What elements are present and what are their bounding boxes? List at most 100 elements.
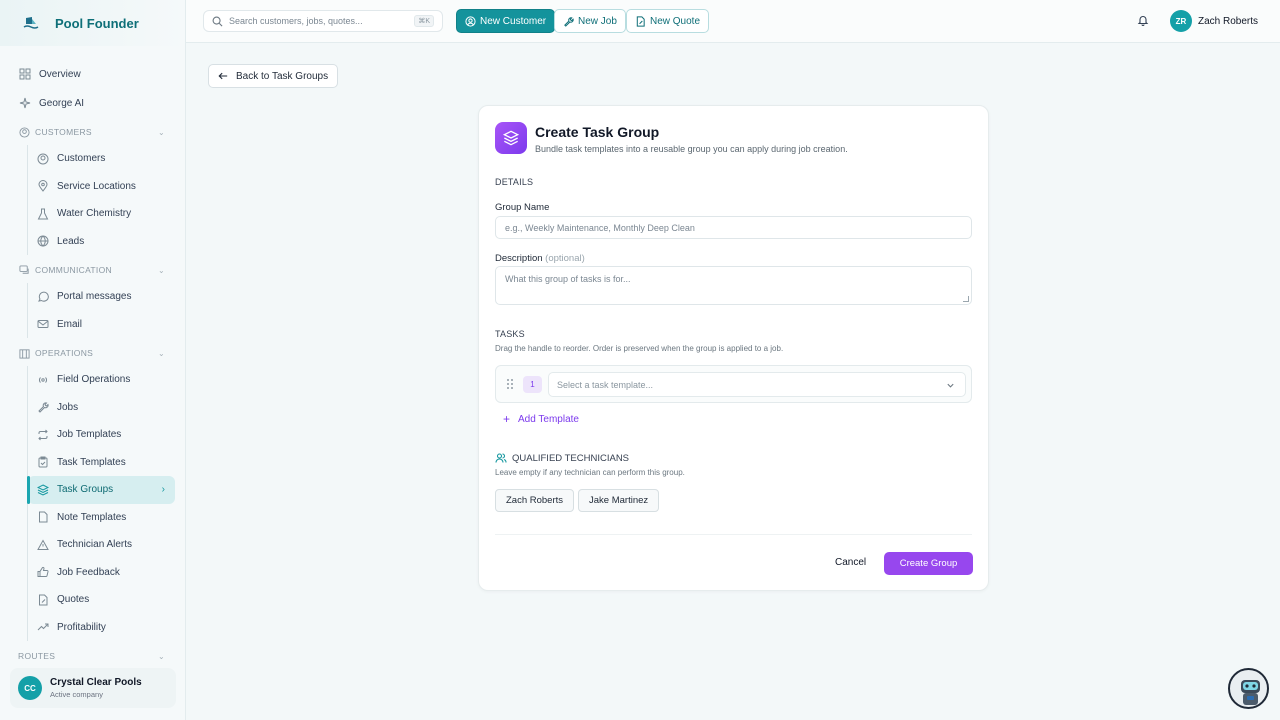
card-header: Create Task Group Bundle task templates … xyxy=(495,122,848,154)
sidebar-item-label: Portal messages xyxy=(57,291,132,303)
resize-handle[interactable] xyxy=(963,296,969,302)
chevron-down-icon: ⌄ xyxy=(158,651,166,661)
search-placeholder: Search customers, jobs, quotes... xyxy=(229,16,363,26)
section-operations[interactable]: OPERATIONS ⌄ xyxy=(0,340,185,366)
thumbs-up-icon xyxy=(36,566,49,579)
sidebar-item-george-ai[interactable]: George AI xyxy=(0,89,185,117)
sidebar-item-service-locations[interactable]: Service Locations xyxy=(28,173,185,201)
drag-handle-icon[interactable] xyxy=(506,378,514,390)
grid-icon xyxy=(18,68,31,81)
sidebar-item-label: Job Feedback xyxy=(57,566,120,578)
section-label: CUSTOMERS xyxy=(35,127,92,137)
search-icon xyxy=(212,16,223,27)
tasks-heading: TASKS xyxy=(495,329,525,339)
qualified-hint: Leave empty if any technician can perfor… xyxy=(495,468,685,477)
sidebar-item-portal-messages[interactable]: Portal messages xyxy=(28,283,185,311)
create-task-group-card: Create Task Group Bundle task templates … xyxy=(478,105,989,591)
new-job-button[interactable]: New Job xyxy=(554,9,626,33)
description-label-text: Description xyxy=(495,253,543,264)
technician-chip[interactable]: Jake Martinez xyxy=(578,489,660,512)
new-customer-button[interactable]: New Customer xyxy=(456,9,556,33)
group-name-input[interactable]: e.g., Weekly Maintenance, Monthly Deep C… xyxy=(495,216,972,239)
layers-icon xyxy=(36,483,49,496)
sidebar-item-overview[interactable]: Overview xyxy=(0,60,185,88)
plus-icon: + xyxy=(503,412,511,426)
button-label: New Quote xyxy=(650,15,701,27)
section-communication[interactable]: COMMUNICATION ⌄ xyxy=(0,257,185,283)
repeat-icon xyxy=(36,428,49,441)
sidebar-item-label: Leads xyxy=(57,235,85,247)
layers-icon xyxy=(495,122,527,154)
arrow-left-icon xyxy=(218,71,228,81)
company-switcher[interactable]: CC Crystal Clear Pools Active company xyxy=(10,668,176,708)
flask-icon xyxy=(36,207,49,220)
new-quote-button[interactable]: New Quote xyxy=(626,9,710,33)
brand[interactable]: Pool Founder xyxy=(0,0,185,46)
sidebar-item-quotes[interactable]: Quotes xyxy=(28,586,185,614)
robot-icon xyxy=(1241,680,1260,705)
button-label: New Job xyxy=(578,15,617,27)
sidebar-item-leads[interactable]: Leads xyxy=(28,228,185,256)
page-title: Create Task Group xyxy=(535,124,660,140)
sidebar-item-job-feedback[interactable]: Job Feedback xyxy=(28,559,185,587)
bell-icon[interactable] xyxy=(1137,14,1149,26)
assistant-bot-button[interactable] xyxy=(1228,668,1269,709)
sidebar-item-note-templates[interactable]: Note Templates xyxy=(28,504,185,532)
chat-icon xyxy=(18,264,30,276)
optional-tag: (optional) xyxy=(545,253,585,264)
sidebar-item-task-templates[interactable]: Task Templates xyxy=(28,449,185,477)
technician-chip[interactable]: Zach Roberts xyxy=(495,489,575,512)
section-routes[interactable]: ROUTES ⌄ xyxy=(0,643,185,669)
sidebar-item-label: Water Chemistry xyxy=(57,208,132,220)
section-label: COMMUNICATION xyxy=(35,265,112,275)
sidebar-item-water-chemistry[interactable]: Water Chemistry xyxy=(28,200,185,228)
textarea-placeholder: What this group of tasks is for... xyxy=(505,274,631,284)
chevron-down-icon: ⌄ xyxy=(158,127,166,137)
sidebar-item-label: Profitability xyxy=(57,621,106,633)
button-label: Back to Task Groups xyxy=(236,70,329,82)
message-circle-icon xyxy=(36,290,49,303)
search-input[interactable]: Search customers, jobs, quotes... ⌘K xyxy=(203,10,443,32)
brand-name: Pool Founder xyxy=(55,15,139,31)
wrench-icon xyxy=(36,401,49,414)
sidebar-item-customers[interactable]: Customers xyxy=(28,145,185,173)
sidebar: Pool Founder Overview George AI CUSTOMER… xyxy=(0,0,186,720)
chevron-right-icon: › xyxy=(161,484,165,496)
sidebar-item-task-groups[interactable]: Task Groups › xyxy=(27,476,175,504)
heading-text: QUALIFIED TECHNICIANS xyxy=(512,452,630,464)
file-edit-icon xyxy=(635,15,646,27)
cancel-button[interactable]: Cancel xyxy=(835,557,866,568)
chevron-down-icon xyxy=(946,381,955,390)
sidebar-item-label: Note Templates xyxy=(57,511,127,523)
sidebar-item-field-operations[interactable]: Field Operations xyxy=(28,366,185,394)
task-row: 1 Select a task template... xyxy=(495,365,972,403)
sidebar-item-label: Field Operations xyxy=(57,374,131,386)
task-template-select[interactable]: Select a task template... xyxy=(548,372,966,397)
sidebar-item-label: Technician Alerts xyxy=(57,539,133,551)
sidebar-item-label: Email xyxy=(57,318,83,330)
sidebar-item-email[interactable]: Email xyxy=(28,311,185,339)
user-menu[interactable]: ZR Zach Roberts xyxy=(1170,10,1258,32)
sidebar-item-job-templates[interactable]: Job Templates xyxy=(28,421,185,449)
sidebar-item-technician-alerts[interactable]: Technician Alerts xyxy=(28,531,185,559)
sidebar-item-jobs[interactable]: Jobs xyxy=(28,394,185,422)
file-icon xyxy=(36,511,49,524)
add-template-button[interactable]: + Add Template xyxy=(503,412,579,426)
globe-icon xyxy=(36,235,49,248)
back-button[interactable]: Back to Task Groups xyxy=(208,64,339,88)
tasks-hint: Drag the handle to reorder. Order is pre… xyxy=(495,344,784,353)
sidebar-item-label: Service Locations xyxy=(57,180,136,192)
alert-triangle-icon xyxy=(36,538,49,551)
section-label: OPERATIONS xyxy=(35,348,94,358)
company-status: Active company xyxy=(50,690,103,699)
sidebar-item-label: Customers xyxy=(57,153,106,165)
sidebar-item-profitability[interactable]: Profitability xyxy=(28,614,185,642)
topbar: Search customers, jobs, quotes... ⌘K New… xyxy=(186,0,1280,43)
user-circle-icon xyxy=(18,126,30,138)
description-textarea[interactable]: What this group of tasks is for... xyxy=(495,266,972,305)
search-shortcut: ⌘K xyxy=(414,15,434,27)
avatar: ZR xyxy=(1170,10,1192,32)
section-label: ROUTES xyxy=(18,651,56,661)
create-group-button[interactable]: Create Group xyxy=(884,552,973,575)
section-customers[interactable]: CUSTOMERS ⌄ xyxy=(0,119,185,145)
